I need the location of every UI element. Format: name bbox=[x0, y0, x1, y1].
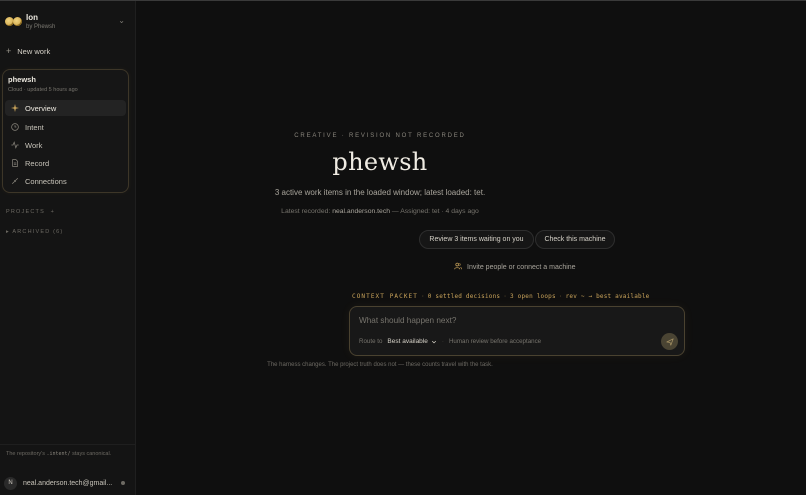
brand-logo bbox=[5, 17, 23, 27]
sidebar: Ion by Phewsh ⌄ + New work phewsh Cloud … bbox=[0, 1, 136, 495]
repository-note: The repository's .intent/ stays canonica… bbox=[6, 451, 112, 457]
review-note: Human review before acceptance bbox=[448, 338, 542, 345]
brand-name: Ion bbox=[26, 13, 38, 22]
sidebar-divider bbox=[0, 444, 136, 445]
route-label: Route to bbox=[359, 338, 383, 345]
plug-icon bbox=[10, 177, 19, 186]
user-email: neal.anderson.tech@gmail... bbox=[23, 479, 113, 487]
new-work-button[interactable]: + New work bbox=[6, 45, 50, 57]
status-dot-icon bbox=[121, 481, 125, 485]
latest-recorded: Latest recorded: neal.anderson.tech — As… bbox=[281, 208, 479, 215]
sidebar-item-overview[interactable]: Overview bbox=[5, 100, 126, 116]
sidebar-item-label: Connections bbox=[25, 176, 67, 186]
packet-route: rev ~ → best available bbox=[565, 293, 650, 300]
clock-icon bbox=[10, 123, 19, 132]
chevron-down-icon: ⌄ bbox=[118, 16, 125, 25]
sparkle-icon bbox=[10, 104, 19, 113]
send-button[interactable] bbox=[661, 333, 678, 350]
page-title: phewsh bbox=[332, 148, 428, 176]
invite-label: Invite people or connect a machine bbox=[467, 263, 576, 271]
next-step-input[interactable]: What should happen next? bbox=[359, 316, 456, 325]
archived-section[interactable]: ▸ ARCHIVED (6) bbox=[6, 229, 63, 235]
invite-link[interactable]: Invite people or connect a machine bbox=[454, 262, 576, 272]
users-icon bbox=[454, 262, 462, 272]
main-panel: CREATIVE · REVISION NOT RECORDED phewsh … bbox=[137, 1, 806, 495]
sidebar-item-label: Overview bbox=[25, 103, 57, 113]
settled-decisions: 0 settled decisions bbox=[427, 293, 501, 300]
workspace-switcher[interactable]: Ion by Phewsh ⌄ bbox=[5, 13, 129, 33]
brand-subtitle: by Phewsh bbox=[26, 24, 56, 30]
open-loops: 3 open loops bbox=[510, 293, 556, 300]
route-row: Route to Best available · Human review b… bbox=[359, 338, 542, 345]
plus-icon: + bbox=[6, 46, 12, 56]
tagline: The harness changes. The project truth d… bbox=[267, 362, 493, 368]
project-eyebrow: CREATIVE · REVISION NOT RECORDED bbox=[294, 133, 466, 139]
workspace-meta: Cloud · updated 5 hours ago bbox=[8, 87, 78, 93]
work-summary: 3 active work items in the loaded window… bbox=[274, 188, 486, 197]
context-packet: CONTEXT PACKET · 0 settled decisions · 3 ope… bbox=[352, 293, 650, 300]
check-machine-button[interactable]: Check this machine bbox=[535, 230, 615, 249]
avatar: N bbox=[4, 476, 17, 490]
sidebar-item-label: Intent bbox=[25, 122, 44, 132]
send-icon bbox=[665, 337, 674, 346]
review-items-button[interactable]: Review 3 items waiting on you bbox=[419, 230, 534, 249]
composer: What should happen next? Route to Best a… bbox=[349, 306, 685, 356]
new-work-label: New work bbox=[17, 46, 51, 56]
workspace-name: phewsh bbox=[8, 75, 36, 84]
chevron-down-icon bbox=[431, 340, 436, 343]
context-packet-label: CONTEXT PACKET bbox=[352, 293, 418, 300]
route-select[interactable]: Best available bbox=[387, 338, 436, 345]
user-menu[interactable]: N neal.anderson.tech@gmail... bbox=[4, 476, 130, 490]
